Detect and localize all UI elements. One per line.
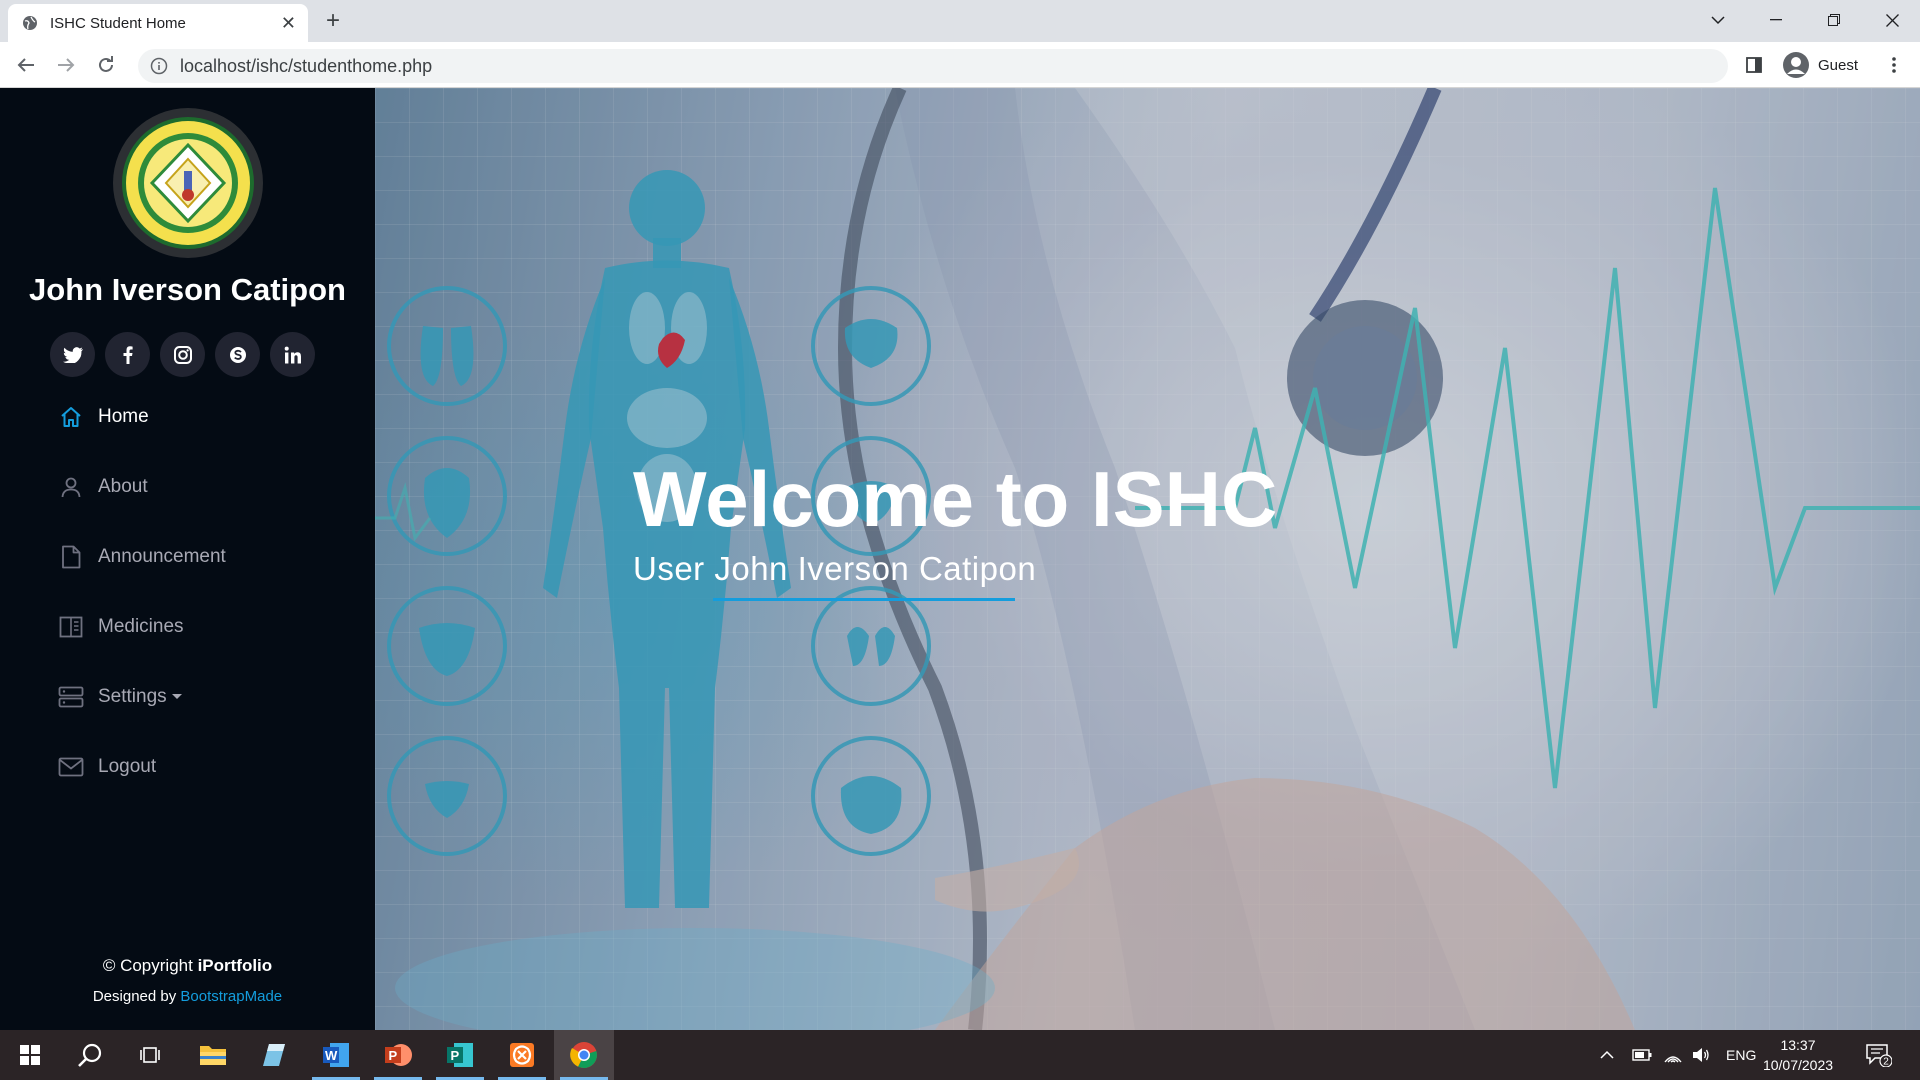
powerpoint-icon[interactable]: P — [368, 1030, 428, 1080]
sidebar: John Iverson Catipon Home About Announce… — [0, 88, 375, 1030]
network-icon[interactable] — [1664, 1047, 1682, 1063]
globe-icon — [23, 16, 37, 30]
browser-tabbar: ISHC Student Home ✕ + — [0, 0, 1920, 42]
language-indicator[interactable]: ENG — [1726, 1047, 1756, 1063]
close-window-button[interactable] — [1864, 0, 1920, 40]
word-icon[interactable]: W — [306, 1030, 366, 1080]
windows-taskbar: W P P ENG 13:37 10/07/2023 2 — [0, 1030, 1920, 1080]
person-icon — [58, 474, 84, 500]
tab-title: ISHC Student Home — [50, 14, 186, 32]
system-tray: ENG — [1600, 1030, 1756, 1080]
home-icon — [58, 404, 84, 430]
file-explorer-icon[interactable] — [183, 1030, 243, 1080]
nav-item-settings[interactable]: Settings — [58, 662, 226, 732]
instagram-icon[interactable] — [160, 332, 205, 377]
file-icon — [58, 544, 84, 570]
nav-label-about: About — [98, 476, 148, 497]
hero-shade — [375, 88, 1920, 1030]
battery-icon[interactable] — [1632, 1049, 1652, 1061]
xampp-icon[interactable] — [492, 1030, 552, 1080]
subtitle-underline — [713, 598, 1015, 601]
nav-item-logout[interactable]: Logout — [58, 732, 226, 802]
credits-line: Designed by BootstrapMade — [0, 988, 375, 1005]
nav-item-about[interactable]: About — [58, 452, 226, 522]
social-links — [50, 332, 315, 377]
hero-title: Welcome to ISHC — [633, 455, 1278, 543]
tab-search-icon[interactable] — [1690, 0, 1746, 40]
copyright-line: © Copyright iPortfolio — [0, 956, 375, 976]
browser-toolbar: localhost/ishc/studenthome.php Guest — [0, 42, 1920, 88]
minimize-button[interactable] — [1748, 0, 1804, 40]
settings-text: Settings — [98, 686, 167, 707]
close-tab-icon[interactable]: ✕ — [281, 13, 296, 34]
avatar-icon — [1783, 52, 1809, 78]
book-icon — [58, 614, 84, 640]
back-button[interactable] — [10, 49, 42, 81]
hero-subtitle: User John Iverson Catipon — [633, 550, 1037, 587]
menu-dots-icon[interactable] — [1878, 49, 1910, 81]
nav-label-medicines: Medicines — [98, 616, 184, 637]
volume-icon[interactable] — [1692, 1047, 1710, 1063]
info-icon[interactable] — [150, 57, 168, 75]
server-icon — [58, 684, 84, 710]
windows-start-icon[interactable] — [0, 1030, 60, 1080]
browser-tab[interactable]: ISHC Student Home ✕ — [8, 4, 308, 42]
restore-button[interactable] — [1806, 0, 1862, 40]
profile-name: John Iverson Catipon — [29, 272, 346, 307]
svg-text:W: W — [325, 1048, 338, 1063]
notification-count: 2 — [1883, 1057, 1889, 1068]
forward-button[interactable] — [50, 49, 82, 81]
svg-text:P: P — [389, 1048, 398, 1063]
nav-item-medicines[interactable]: Medicines — [58, 592, 226, 662]
action-center-icon[interactable]: 2 — [1866, 1030, 1892, 1080]
address-bar[interactable]: localhost/ishc/studenthome.php — [138, 49, 1728, 83]
copyright-prefix: © Copyright — [102, 956, 198, 975]
nav-label-home: Home — [98, 406, 149, 427]
notes-app-icon[interactable] — [244, 1030, 304, 1080]
nav-label-logout: Logout — [98, 756, 157, 777]
twitter-icon[interactable] — [50, 332, 95, 377]
envelope-icon — [58, 754, 84, 780]
college-logo — [113, 108, 263, 258]
side-panel-icon[interactable] — [1738, 49, 1770, 81]
profile-button[interactable]: Guest — [1778, 48, 1868, 82]
search-icon[interactable] — [60, 1030, 120, 1080]
chrome-icon[interactable] — [554, 1030, 614, 1080]
clock-date: 10/07/2023 — [1762, 1057, 1834, 1073]
nav-item-home[interactable]: Home — [58, 382, 226, 452]
profile-label: Guest — [1818, 56, 1859, 74]
publisher-icon[interactable]: P — [430, 1030, 490, 1080]
designer-link[interactable]: BootstrapMade — [180, 988, 282, 1005]
reload-button[interactable] — [90, 49, 122, 81]
clock-time: 13:37 — [1780, 1037, 1816, 1053]
skype-icon[interactable] — [215, 332, 260, 377]
dropdown-caret-icon — [171, 694, 182, 700]
svg-text:P: P — [451, 1048, 460, 1063]
sidebar-nav: Home About Announcement Medicines Settin… — [58, 382, 226, 802]
sidebar-footer: © Copyright iPortfolio Designed by Boots… — [0, 956, 375, 1005]
new-tab-button[interactable]: + — [326, 8, 340, 34]
nav-item-announcement[interactable]: Announcement — [58, 522, 226, 592]
nav-label-settings: Settings — [98, 686, 182, 708]
copyright-brand: iPortfolio — [197, 956, 273, 975]
tray-expand-icon[interactable] — [1600, 1050, 1614, 1060]
taskbar-clock[interactable]: 13:37 10/07/2023 — [1760, 1035, 1836, 1075]
facebook-icon[interactable] — [105, 332, 150, 377]
linkedin-icon[interactable] — [270, 332, 315, 377]
nav-label-announcement: Announcement — [98, 546, 226, 567]
hero-section: Welcome to ISHC User John Iverson Catipo… — [375, 88, 1920, 1030]
credits-prefix: Designed by — [92, 988, 181, 1005]
task-view-icon[interactable] — [120, 1030, 180, 1080]
url-text: localhost/ishc/studenthome.php — [180, 55, 433, 76]
